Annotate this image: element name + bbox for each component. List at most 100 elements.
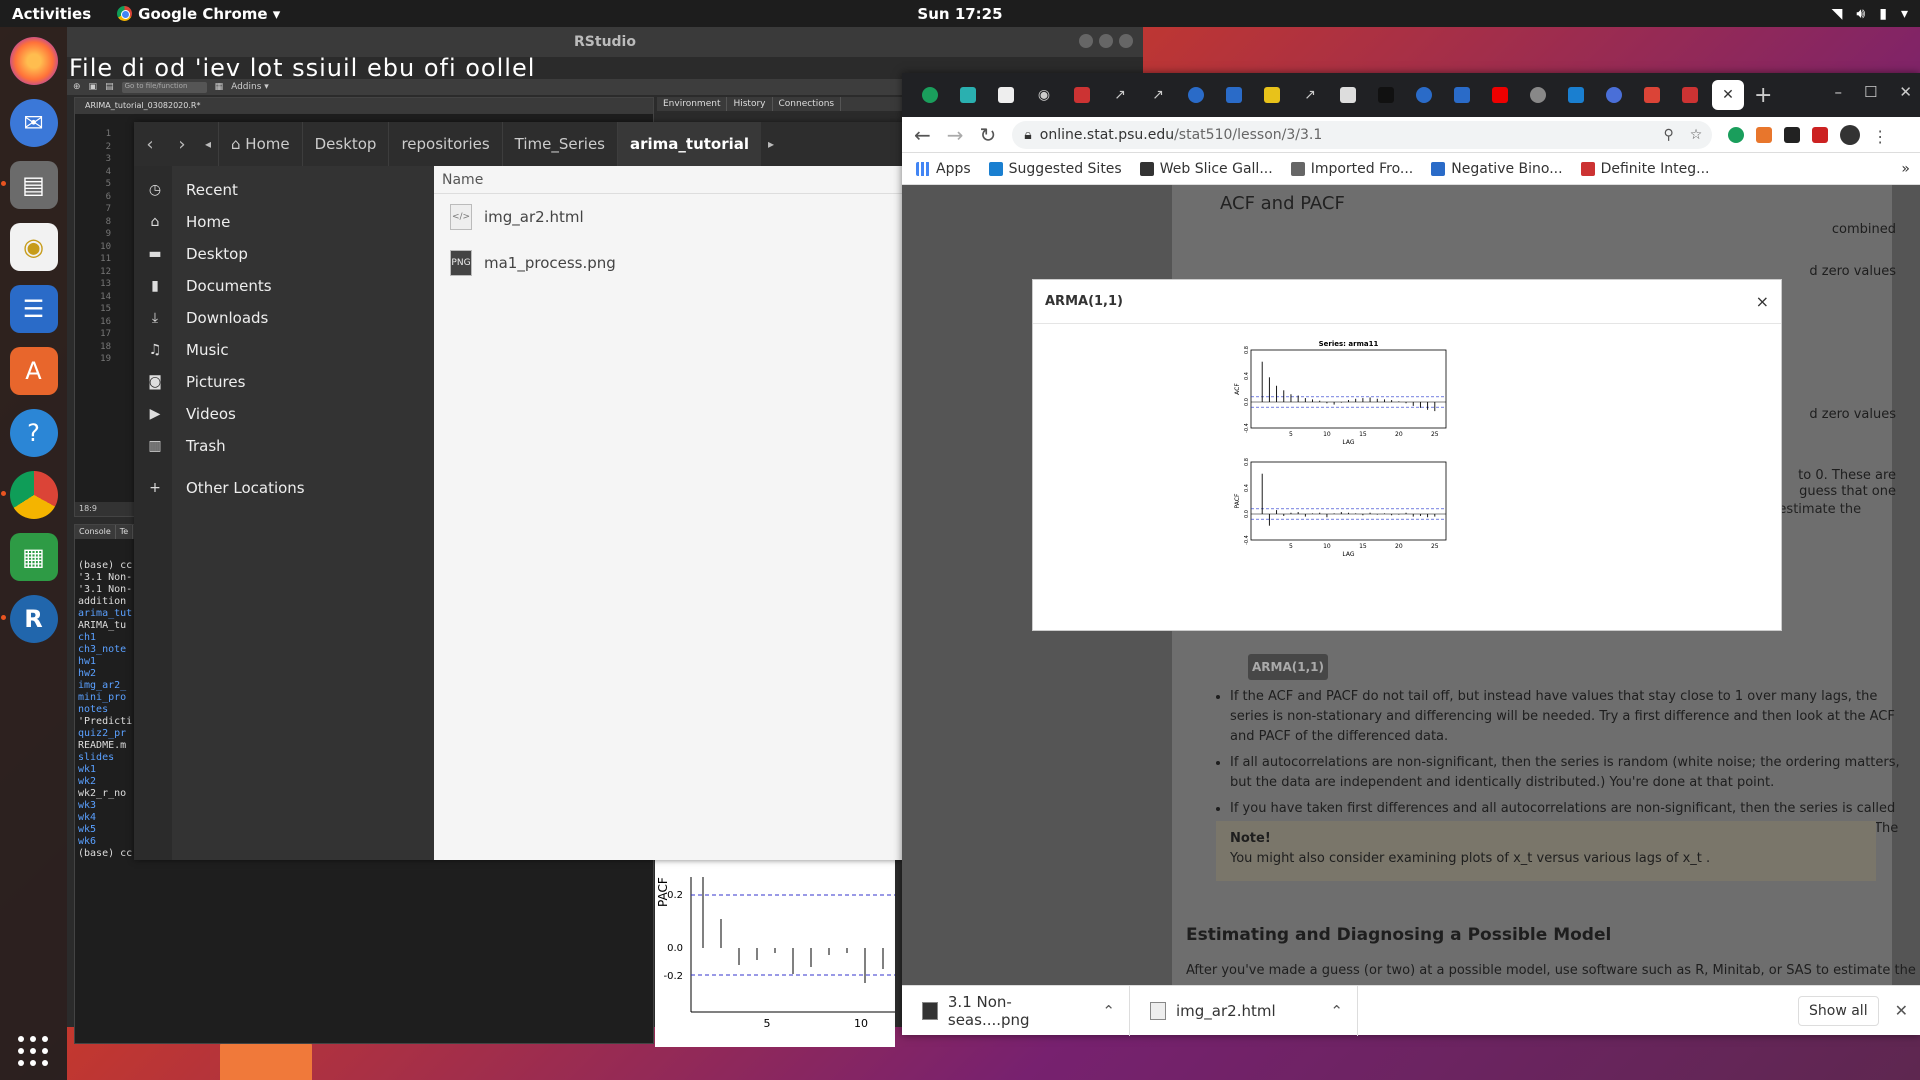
bookmark-item[interactable]: Web Slice Gall... bbox=[1139, 161, 1273, 177]
minimize-button[interactable] bbox=[1079, 34, 1093, 48]
sidebar-item-pictures[interactable]: ◙ Pictures bbox=[134, 366, 434, 398]
close-icon[interactable]: ✕ bbox=[1895, 1001, 1908, 1020]
back-icon[interactable]: ← bbox=[914, 123, 931, 147]
extension-icon[interactable] bbox=[1756, 126, 1773, 143]
bookmark-item[interactable]: Imported Fro... bbox=[1290, 161, 1413, 177]
save-icon[interactable]: ▤ bbox=[105, 82, 114, 92]
sidebar-item-music[interactable]: ♫ Music bbox=[134, 334, 434, 366]
goto-input[interactable]: Go to file/function bbox=[121, 81, 207, 93]
activities-button[interactable]: Activities bbox=[0, 5, 91, 23]
new-file-icon[interactable]: ⊕ bbox=[73, 82, 81, 92]
tab-environment[interactable]: Environment bbox=[657, 97, 728, 111]
star-icon[interactable]: ☆ bbox=[1690, 127, 1703, 143]
tab[interactable] bbox=[1636, 80, 1668, 110]
tab[interactable] bbox=[952, 80, 984, 110]
address-bar[interactable]: 🔒︎ online.stat.psu.edu/stat510/lesson/3/… bbox=[1012, 120, 1713, 149]
modal-close-button[interactable]: × bbox=[1756, 292, 1769, 311]
tab[interactable]: ↗ bbox=[1294, 80, 1326, 110]
tab[interactable] bbox=[1560, 80, 1592, 110]
minimize-button[interactable]: – bbox=[1834, 83, 1842, 101]
download-item[interactable]: img_ar2.html ⌃ bbox=[1130, 985, 1358, 1036]
close-button[interactable]: ✕ bbox=[1899, 83, 1912, 101]
tab[interactable] bbox=[1674, 80, 1706, 110]
bookmark-item[interactable]: Suggested Sites bbox=[988, 161, 1122, 177]
tab[interactable]: ↗ bbox=[1142, 80, 1174, 110]
tab-active[interactable]: ✕ bbox=[1712, 80, 1744, 110]
bookmarks-overflow-icon[interactable]: » bbox=[1901, 161, 1910, 177]
breadcrumb-home[interactable]: ⌂ Home bbox=[218, 122, 302, 166]
tab[interactable] bbox=[1370, 80, 1402, 110]
zoom-icon[interactable]: ⚲ bbox=[1663, 127, 1673, 143]
maximize-button[interactable] bbox=[1099, 34, 1113, 48]
tab[interactable]: ↗ bbox=[1104, 80, 1136, 110]
sidebar-item-videos[interactable]: ▶ Videos bbox=[134, 398, 434, 430]
clock[interactable]: Sun 17:25 bbox=[917, 5, 1002, 23]
open-icon[interactable]: ▣ bbox=[89, 82, 98, 92]
tab[interactable]: ◉ bbox=[1028, 80, 1060, 110]
show-applications-icon[interactable] bbox=[18, 1036, 48, 1066]
desktop-folder-icon[interactable] bbox=[220, 1040, 312, 1080]
arma-button[interactable]: ARMA(1,1) bbox=[1248, 654, 1328, 680]
tab[interactable] bbox=[1332, 80, 1364, 110]
tab-connections[interactable]: Connections bbox=[773, 97, 842, 111]
forward-icon[interactable]: › bbox=[166, 134, 198, 155]
r-icon[interactable]: R bbox=[0, 595, 58, 643]
system-tray[interactable]: ◥ 🔊︎ ▮ ▾ bbox=[1832, 6, 1908, 22]
calc-icon[interactable]: ▦ bbox=[9, 533, 58, 581]
sidebar-item-home[interactable]: ⌂ Home bbox=[134, 206, 434, 238]
thunderbird-icon[interactable]: ✉ bbox=[9, 99, 58, 147]
sidebar-item-downloads[interactable]: ⤓ Downloads bbox=[134, 302, 434, 334]
forward-icon[interactable]: → bbox=[947, 123, 964, 147]
tab-terminal[interactable]: Te bbox=[116, 525, 134, 539]
maximize-button[interactable]: ☐ bbox=[1864, 83, 1877, 101]
sidebar-item-other-locations[interactable]: + Other Locations bbox=[134, 472, 434, 504]
tab[interactable] bbox=[1066, 80, 1098, 110]
extension-icon[interactable] bbox=[1812, 126, 1829, 143]
addins-menu[interactable]: Addins ▾ bbox=[231, 82, 269, 92]
bookmark-item[interactable]: Negative Bino... bbox=[1431, 161, 1563, 177]
new-tab-button[interactable]: + bbox=[1754, 83, 1772, 108]
close-tab-icon[interactable]: ✕ bbox=[1722, 87, 1734, 103]
bookmark-apps[interactable]: Apps bbox=[916, 161, 971, 177]
tab[interactable] bbox=[1180, 80, 1212, 110]
tab[interactable] bbox=[1446, 80, 1478, 110]
tab[interactable] bbox=[1256, 80, 1288, 110]
tab[interactable] bbox=[1522, 80, 1554, 110]
extension-icon[interactable] bbox=[1728, 126, 1745, 143]
tab[interactable] bbox=[1218, 80, 1250, 110]
software-icon[interactable]: A bbox=[9, 347, 58, 395]
column-header-name[interactable]: Name bbox=[434, 166, 904, 194]
breadcrumb-repositories[interactable]: repositories bbox=[388, 122, 501, 166]
tab-history[interactable]: History bbox=[727, 97, 773, 111]
tab[interactable] bbox=[990, 80, 1022, 110]
sidebar-item-recent[interactable]: ◷ Recent bbox=[134, 174, 434, 206]
download-item[interactable]: 3.1 Non-seas....png ⌃ bbox=[902, 985, 1130, 1036]
close-button[interactable] bbox=[1119, 34, 1133, 48]
breadcrumb-time-series[interactable]: Time_Series bbox=[501, 122, 617, 166]
tab[interactable] bbox=[1484, 80, 1516, 110]
crumb-right-icon[interactable]: ▸ bbox=[761, 137, 781, 151]
sidebar-item-documents[interactable]: ▮ Documents bbox=[134, 270, 434, 302]
chevron-up-icon[interactable]: ⌃ bbox=[1330, 1002, 1357, 1020]
tab[interactable] bbox=[1408, 80, 1440, 110]
avatar[interactable] bbox=[1840, 124, 1861, 145]
bookmark-item[interactable]: Definite Integ... bbox=[1580, 161, 1709, 177]
breadcrumb-desktop[interactable]: Desktop bbox=[301, 122, 389, 166]
tab[interactable] bbox=[1598, 80, 1630, 110]
chevron-up-icon[interactable]: ⌃ bbox=[1102, 1002, 1129, 1020]
file-row[interactable]: PNG ma1_process.png bbox=[434, 240, 904, 286]
extension-icon[interactable] bbox=[1784, 126, 1801, 143]
sidebar-item-trash[interactable]: ▥ Trash bbox=[134, 430, 434, 462]
reload-icon[interactable]: ↻ bbox=[980, 123, 997, 147]
rhythmbox-icon[interactable]: ◉ bbox=[9, 223, 58, 271]
more-icon[interactable]: ⋮ bbox=[1872, 127, 1888, 146]
chrome-icon[interactable] bbox=[0, 471, 58, 519]
firefox-icon[interactable] bbox=[9, 37, 58, 85]
breadcrumb-arima-tutorial[interactable]: arima_tutorial bbox=[617, 122, 762, 166]
writer-icon[interactable]: ☰ bbox=[9, 285, 58, 333]
tab-console[interactable]: Console bbox=[75, 525, 116, 539]
file-row[interactable]: </> img_ar2.html bbox=[434, 194, 904, 240]
crumb-left-icon[interactable]: ◂ bbox=[198, 137, 218, 151]
editor-tab[interactable]: ARIMA_tutorial_03082020.R* bbox=[75, 98, 653, 114]
back-icon[interactable]: ‹ bbox=[134, 134, 166, 155]
